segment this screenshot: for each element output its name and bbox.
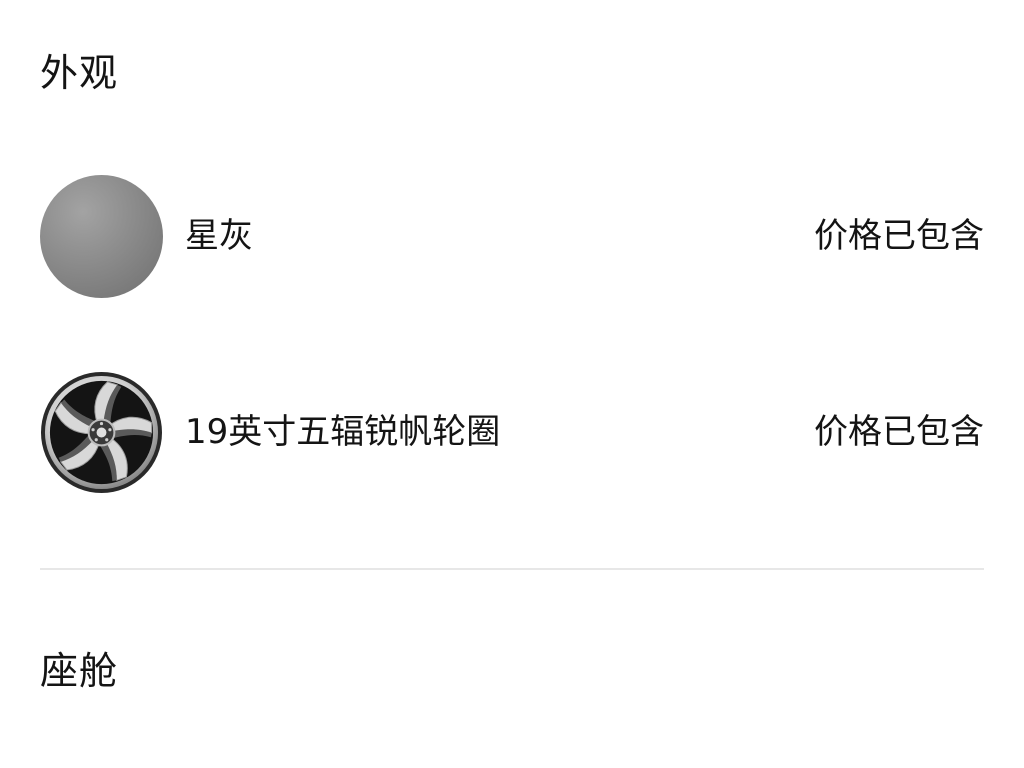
section-title-cabin: 座舱 <box>40 649 119 693</box>
option-price-status: 价格已包含 <box>814 216 984 256</box>
color-swatch-icon <box>40 174 163 298</box>
section-title-exterior: 外观 <box>40 51 119 95</box>
option-row-exterior-color[interactable]: 星灰 价格已包含 <box>40 174 984 298</box>
option-name: 星灰 <box>185 216 253 256</box>
option-row-wheel[interactable]: 19英寸五辐锐帆轮圈 价格已包含 <box>40 370 984 494</box>
option-price-status: 价格已包含 <box>814 412 984 452</box>
section-divider <box>40 568 984 570</box>
wheel-rim-icon <box>40 371 163 494</box>
option-name: 19英寸五辐锐帆轮圈 <box>185 412 501 452</box>
